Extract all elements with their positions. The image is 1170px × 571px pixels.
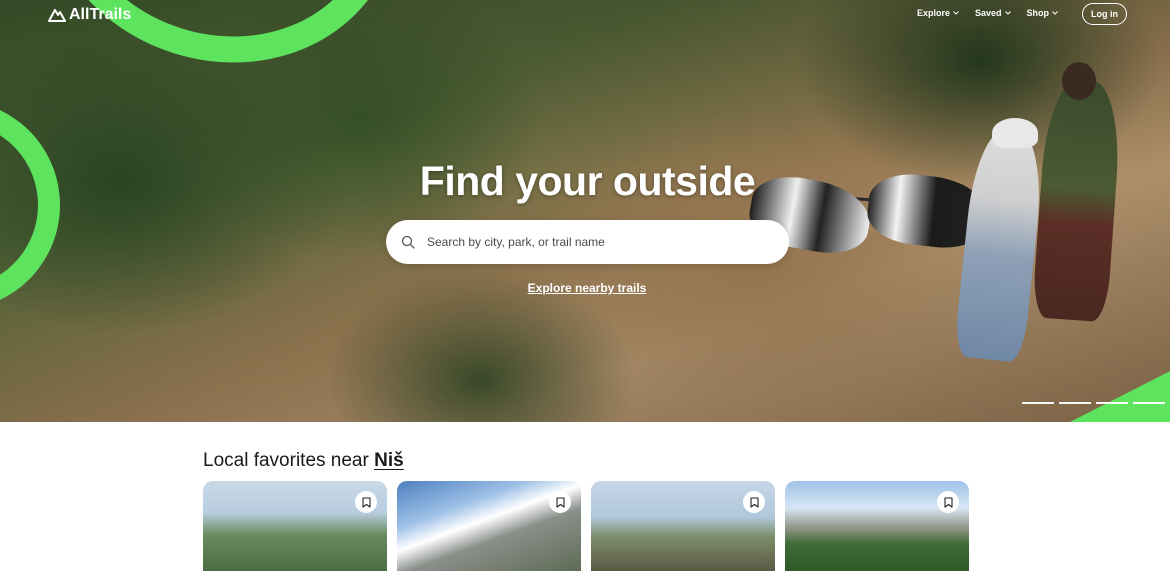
chevron-down-icon	[1052, 11, 1058, 15]
trail-card[interactable]	[203, 481, 387, 571]
top-nav: AllTrails Explore Saved Shop Log in	[0, 0, 1170, 30]
nav-saved-label: Saved	[974, 8, 1002, 18]
hero-title: Find your outside	[419, 158, 756, 204]
nav-shop-label: Shop	[1026, 8, 1050, 18]
nav-links: Explore Saved Shop	[917, 8, 1058, 18]
bookmark-icon	[943, 496, 953, 508]
search-bar[interactable]	[386, 220, 789, 264]
nav-saved[interactable]: Saved	[975, 8, 1011, 18]
nav-explore-label: Explore	[916, 8, 950, 18]
hiker-head-1	[992, 118, 1038, 148]
hiker-head-2	[1062, 62, 1096, 100]
local-favorites-prefix: Local favorites near	[203, 450, 375, 471]
carousel-dot[interactable]	[1022, 402, 1054, 404]
nav-shop[interactable]: Shop	[1027, 8, 1059, 18]
local-favorites-heading: Local favorites near Niš	[203, 450, 404, 472]
bookmark-icon	[555, 496, 565, 508]
mountain-logo-icon	[48, 9, 66, 22]
decorative-corner	[1070, 366, 1170, 422]
hero-banner: AllTrails Explore Saved Shop Log in Find…	[0, 0, 1170, 422]
save-trail-button[interactable]	[549, 491, 571, 513]
save-trail-button[interactable]	[355, 491, 377, 513]
carousel-indicators	[1022, 402, 1165, 404]
nav-explore[interactable]: Explore	[917, 8, 959, 18]
carousel-dot[interactable]	[1059, 402, 1091, 404]
chevron-down-icon	[953, 11, 959, 15]
brand-name: AllTrails	[69, 6, 132, 23]
save-trail-button[interactable]	[743, 491, 765, 513]
brand-logo[interactable]: AllTrails	[48, 6, 131, 24]
login-button[interactable]: Log in	[1082, 3, 1127, 25]
carousel-dot[interactable]	[1133, 402, 1165, 404]
location-link[interactable]: Niš	[374, 450, 404, 471]
trail-card[interactable]	[591, 481, 775, 571]
bookmark-icon	[749, 496, 759, 508]
save-trail-button[interactable]	[937, 491, 959, 513]
trail-card[interactable]	[397, 481, 581, 571]
carousel-dot[interactable]	[1096, 402, 1128, 404]
search-icon	[401, 235, 415, 249]
trail-cards	[203, 481, 969, 571]
bookmark-icon	[361, 496, 371, 508]
explore-nearby-link[interactable]: Explore nearby trails	[0, 281, 1170, 295]
search-input[interactable]	[425, 234, 765, 250]
trail-card[interactable]	[785, 481, 969, 571]
chevron-down-icon	[1004, 11, 1011, 15]
